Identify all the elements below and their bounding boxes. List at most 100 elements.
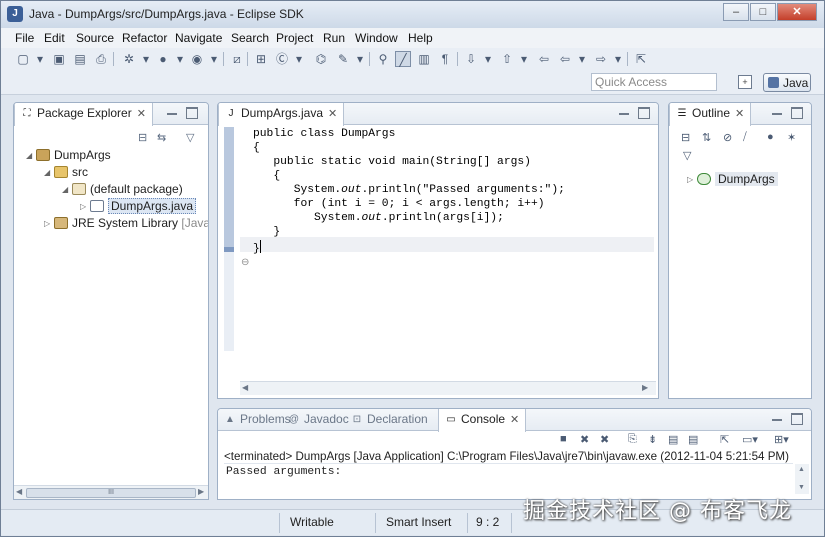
collapsed-icon[interactable]: ▷: [687, 175, 697, 184]
new-icon[interactable]: ▢: [15, 51, 31, 67]
minimize-view-icon[interactable]: [771, 413, 783, 425]
view-menu-icon[interactable]: ▽: [186, 131, 194, 145]
tree-item-dumpargs-java[interactable]: ▷ DumpArgs.java: [80, 198, 197, 216]
maximize-button[interactable]: □: [750, 3, 776, 21]
sort-icon[interactable]: ⇅: [702, 131, 711, 144]
display-console-icon[interactable]: ▭▾: [742, 433, 758, 446]
print-icon[interactable]: ⎙: [93, 51, 109, 67]
minimize-view-icon[interactable]: [166, 107, 178, 119]
next-annotation-icon[interactable]: ⚲: [375, 51, 391, 67]
tab-declaration[interactable]: ⊡ Declaration: [345, 409, 434, 431]
new-java-class-icon[interactable]: Ⓒ: [274, 51, 290, 67]
menu-run[interactable]: Run: [323, 31, 345, 45]
run-icon[interactable]: ●: [155, 51, 171, 67]
menu-search[interactable]: Search: [231, 31, 269, 45]
dropdown-arrow-icon[interactable]: ▾: [291, 51, 307, 67]
scroll-thumb[interactable]: III: [26, 488, 196, 498]
maximize-view-icon[interactable]: [791, 413, 803, 425]
show-on-stderr-icon[interactable]: ▤: [688, 433, 698, 446]
close-tab-icon[interactable]: ✕: [510, 414, 519, 426]
dropdown-arrow-icon[interactable]: ▾: [574, 51, 590, 67]
tab-dumpargs-java[interactable]: J DumpArgs.java ✕: [218, 103, 345, 126]
back-icon[interactable]: ⇦: [557, 51, 573, 67]
collapse-all-icon[interactable]: ⊟: [681, 131, 690, 144]
outline-item-dumpargs[interactable]: ▷ DumpArgs: [687, 172, 778, 189]
open-type-icon[interactable]: ⌬: [313, 51, 329, 67]
dropdown-arrow-icon[interactable]: ▾: [206, 51, 222, 67]
hide-static-icon[interactable]: ⧸: [743, 131, 747, 144]
view-menu-icon[interactable]: ▽: [683, 149, 691, 162]
remove-all-terminated-icon[interactable]: ✖: [600, 433, 609, 446]
open-console-icon[interactable]: ⊞▾: [774, 433, 789, 446]
code-line[interactable]: System.out.println(args[i]);: [253, 212, 504, 224]
code-line[interactable]: for (int i = 0; i < args.length; i++): [253, 198, 545, 210]
vertical-scrollbar[interactable]: ▲ ▼: [795, 464, 809, 494]
terminate-icon[interactable]: ■: [560, 433, 567, 445]
scroll-right-icon[interactable]: ▶: [198, 487, 208, 496]
scroll-up-icon[interactable]: ▲: [798, 466, 805, 473]
remove-launch-icon[interactable]: ✖: [580, 433, 589, 446]
minimize-view-icon[interactable]: [771, 107, 783, 119]
scroll-left-icon[interactable]: ◀: [16, 487, 26, 496]
link-with-editor-icon[interactable]: ⇆: [157, 131, 166, 145]
code-line[interactable]: }: [253, 240, 261, 255]
console-output-area[interactable]: Passed arguments:: [224, 463, 793, 495]
menu-source[interactable]: Source: [76, 31, 114, 45]
menu-window[interactable]: Window: [355, 31, 398, 45]
tab-outline[interactable]: ☰ Outline ✕: [669, 103, 752, 126]
dropdown-arrow-icon[interactable]: ▾: [172, 51, 188, 67]
tree-item-src[interactable]: ◢ src: [44, 165, 88, 182]
collapsed-icon[interactable]: ▷: [44, 219, 54, 228]
debug-icon[interactable]: ✲: [121, 51, 137, 67]
external-tools-icon[interactable]: ◉: [189, 51, 205, 67]
menu-edit[interactable]: Edit: [44, 31, 65, 45]
code-line[interactable]: public static void main(String[] args): [253, 156, 531, 168]
hide-non-public-icon[interactable]: ●: [767, 131, 774, 143]
horizontal-scrollbar[interactable]: ◀ ▶: [240, 381, 656, 395]
code-line[interactable]: {: [253, 142, 260, 154]
scroll-down-icon[interactable]: ▼: [798, 484, 805, 491]
collapsed-icon[interactable]: ▷: [80, 202, 90, 211]
tree-item-project[interactable]: ◢ DumpArgs: [26, 148, 111, 165]
show-whitespace-icon[interactable]: ¶: [437, 51, 453, 67]
tab-console[interactable]: ▭ Console ✕: [438, 409, 527, 432]
next-annotation-down-icon[interactable]: ⇩: [463, 51, 479, 67]
pin-editor-icon[interactable]: ⇱: [633, 51, 649, 67]
menu-navigate[interactable]: Navigate: [175, 31, 222, 45]
forward-icon[interactable]: ⇨: [593, 51, 609, 67]
show-on-stdout-icon[interactable]: ▤: [668, 433, 678, 446]
quick-access-input[interactable]: Quick Access: [591, 73, 717, 91]
menu-file[interactable]: File: [15, 31, 34, 45]
save-all-icon[interactable]: ▤: [72, 51, 88, 67]
close-tab-icon[interactable]: ✕: [735, 108, 744, 120]
code-line[interactable]: System.out.println("Passed arguments:");: [253, 184, 565, 196]
maximize-view-icon[interactable]: [638, 107, 650, 119]
save-icon[interactable]: ▣: [51, 51, 67, 67]
tree-item-default-package[interactable]: ◢ (default package): [62, 182, 183, 199]
java-perspective-button[interactable]: Java: [763, 73, 811, 92]
tree-item-jre-library[interactable]: ▷JRE System Library [JavaSE: [44, 216, 208, 233]
hide-fields-icon[interactable]: ⊘: [723, 131, 732, 144]
maximize-view-icon[interactable]: [791, 107, 803, 119]
previous-annotation-icon[interactable]: ⇧: [499, 51, 515, 67]
close-tab-icon[interactable]: ✕: [328, 108, 337, 120]
dropdown-arrow-icon[interactable]: ▾: [480, 51, 496, 67]
expanded-icon[interactable]: ◢: [26, 151, 36, 160]
last-edit-location-icon[interactable]: ⇦: [536, 51, 552, 67]
menu-project[interactable]: Project: [276, 31, 313, 45]
close-tab-icon[interactable]: ✕: [137, 108, 146, 120]
dropdown-arrow-icon[interactable]: ▾: [516, 51, 532, 67]
hide-local-types-icon[interactable]: ✶: [787, 131, 796, 144]
dropdown-arrow-icon[interactable]: ▾: [352, 51, 368, 67]
dropdown-arrow-icon[interactable]: ▾: [138, 51, 154, 67]
dropdown-arrow-icon[interactable]: ▾: [32, 51, 48, 67]
expanded-icon[interactable]: ◢: [44, 168, 54, 177]
menu-help[interactable]: Help: [408, 31, 433, 45]
open-perspective-icon[interactable]: +: [738, 75, 752, 89]
menu-refactor[interactable]: Refactor: [122, 31, 167, 45]
scroll-right-icon[interactable]: ▶: [642, 383, 652, 392]
scroll-lock-icon[interactable]: ⇟: [648, 433, 657, 446]
tab-javadoc[interactable]: @ Javadoc: [282, 409, 355, 431]
tab-package-explorer[interactable]: ⛶ Package Explorer ✕: [14, 103, 153, 126]
collapse-all-icon[interactable]: ⊟: [138, 131, 147, 145]
